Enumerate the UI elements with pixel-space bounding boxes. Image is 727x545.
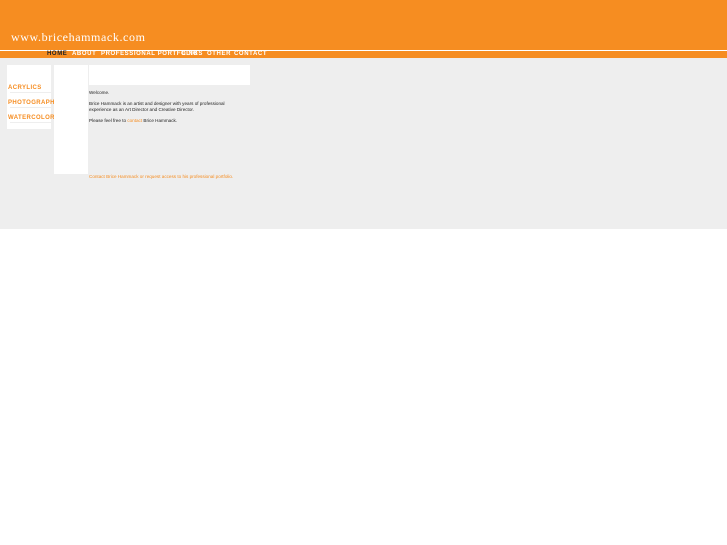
nav-links[interactable]: LINKS [182, 51, 203, 58]
footer-contact-link[interactable]: Contact Brice Hammack or request access … [89, 174, 233, 180]
sidebar-divider [10, 92, 51, 93]
sidebar-item-acrylics[interactable]: ACRYLICS [8, 85, 42, 92]
nav-contact[interactable]: CONTACT [234, 51, 267, 58]
welcome-text: Welcome. [89, 90, 110, 95]
sidebar-item-photography[interactable]: PHOTOGRAPHY [8, 100, 59, 107]
contact-sentence: Please feel free to contact Brice Hammac… [89, 118, 177, 124]
sidebar-divider [10, 122, 51, 123]
content-header-box [89, 65, 250, 85]
contact-link[interactable]: contact [127, 118, 142, 123]
contact-prefix: Please feel free to [89, 118, 128, 123]
sidebar-item-watercolors[interactable]: WATERCOLORS [8, 115, 59, 122]
header-banner: www.bricehammack.com [0, 0, 727, 50]
nav-home[interactable]: HOME [47, 51, 67, 58]
sidebar-divider [10, 107, 51, 108]
bio-line-2: experience as an Art Director and Creati… [89, 107, 194, 112]
image-column [54, 65, 88, 174]
nav-about[interactable]: ABOUT [72, 51, 96, 58]
site-title: www.bricehammack.com [11, 30, 146, 44]
nav-other[interactable]: OTHER [207, 51, 231, 58]
contact-suffix: Brice Hammack. [142, 118, 178, 123]
